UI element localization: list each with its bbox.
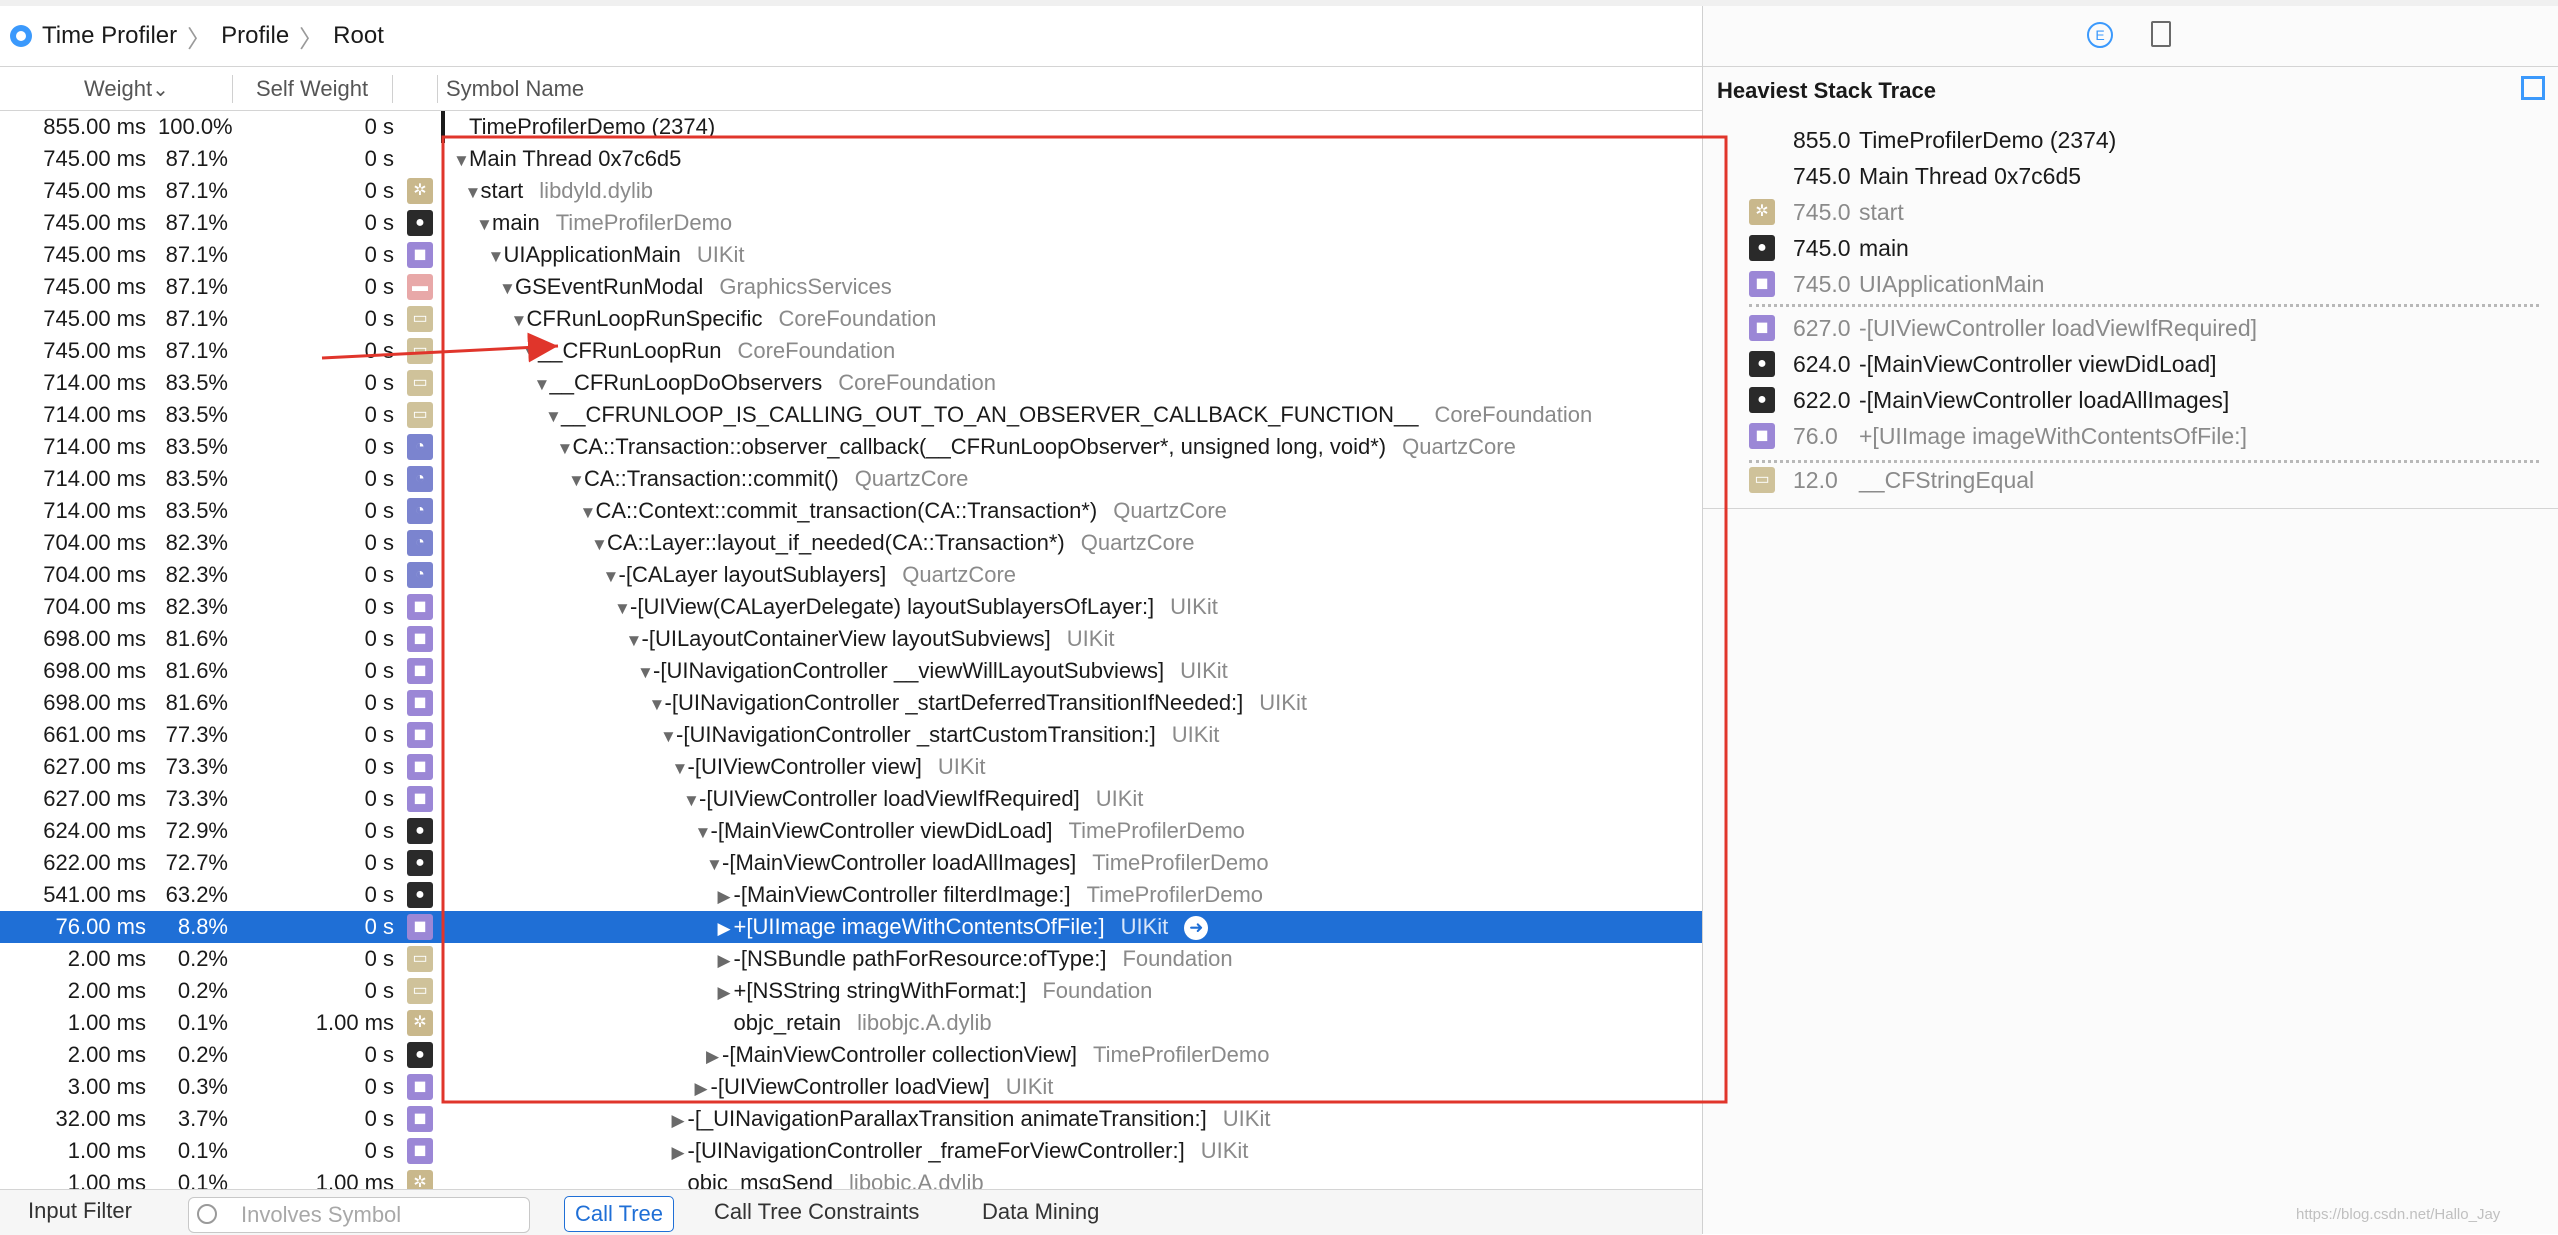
annotation-overlay [321, 135, 1728, 1104]
annotation-arrow [321, 332, 559, 363]
highlight-rectangle [441, 135, 1728, 1104]
watermark: https://blog.csdn.net/Hallo_Jay [2296, 1206, 2501, 1223]
